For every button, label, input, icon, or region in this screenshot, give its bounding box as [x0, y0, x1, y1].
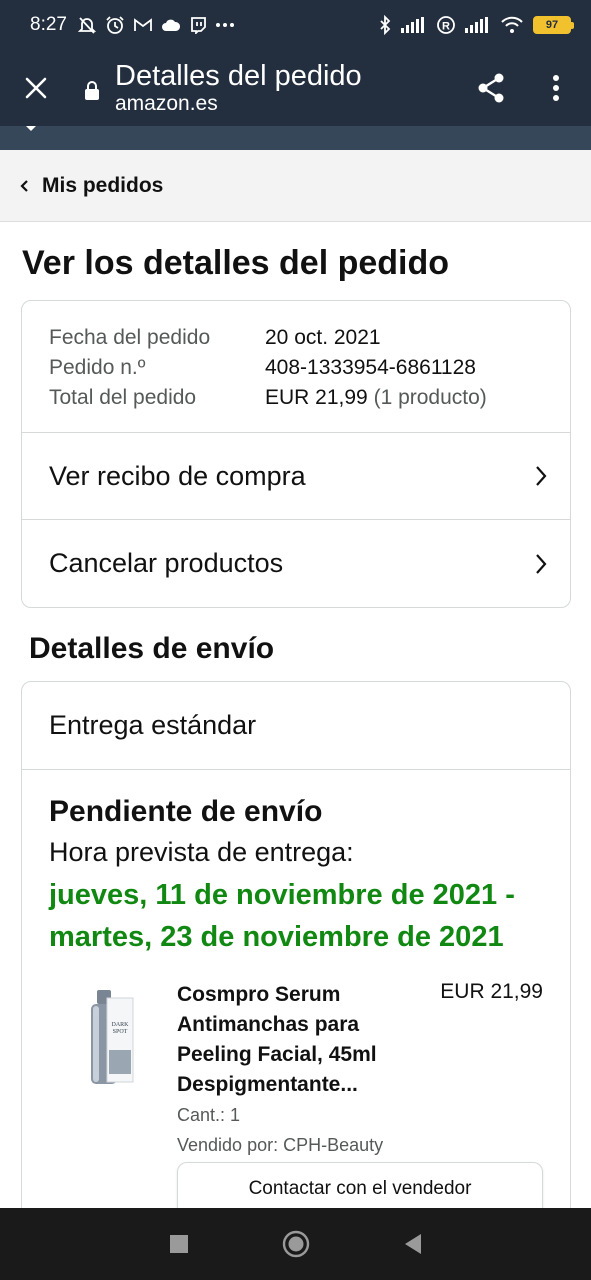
- cancel-items-link[interactable]: Cancelar productos: [22, 520, 570, 607]
- signal-icon: [465, 17, 491, 33]
- more-dots-icon: [215, 22, 235, 28]
- view-receipt-link[interactable]: Ver recibo de compra: [22, 433, 570, 520]
- back-triangle-icon: [404, 1234, 421, 1254]
- shipping-card: Entrega estándar Pendiente de envío Hora…: [21, 681, 571, 1241]
- order-number-row: Pedido n.º 408-1333954-6861128: [49, 353, 543, 383]
- cancel-items-label: Cancelar productos: [49, 548, 284, 578]
- back-button[interactable]: [383, 1214, 443, 1274]
- gmail-icon: [133, 17, 153, 33]
- browser-page-title: Detalles del pedido: [115, 60, 362, 92]
- status-time: 8:27: [30, 14, 67, 35]
- chevron-left-icon: [20, 179, 30, 193]
- registered-icon: R: [436, 15, 456, 35]
- battery-icon: 97: [533, 16, 574, 34]
- order-date-value: 20 oct. 2021: [265, 326, 381, 349]
- status-icons-right: R 97: [378, 15, 574, 35]
- order-summary-card: Fecha del pedido 20 oct. 2021 Pedido n.º…: [21, 300, 571, 608]
- system-nav-bar: [0, 1208, 591, 1280]
- lock-icon: [72, 81, 112, 101]
- eta-range: jueves, 11 de noviembre de 2021 - martes…: [49, 874, 543, 958]
- order-number-label: Pedido n.º: [49, 356, 146, 379]
- order-total-label: Total del pedido: [49, 386, 197, 409]
- more-vertical-icon: [553, 75, 559, 101]
- bluetooth-icon: [378, 15, 392, 35]
- product-quantity: Cant.: 1: [177, 1105, 241, 1125]
- product-image-text-1: DARK: [111, 1022, 129, 1028]
- share-icon: [478, 73, 504, 103]
- product-info: Cosmpro Serum Antimanchas para Peeling F…: [177, 980, 427, 1160]
- order-total-value: EUR 21,99 (1 producto): [265, 383, 487, 413]
- eta-start: jueves, 11 de noviembre de 2021 -: [49, 879, 515, 911]
- shipping-method: Entrega estándar: [22, 682, 570, 770]
- collapsed-nav-strip[interactable]: [0, 126, 591, 150]
- order-info: Fecha del pedido 20 oct. 2021 Pedido n.º…: [22, 301, 570, 433]
- order-date-row: Fecha del pedido 20 oct. 2021: [49, 323, 543, 353]
- product-name-line: Cosmpro Serum: [177, 983, 341, 1006]
- shipping-section-title: Detalles de envío: [29, 632, 275, 665]
- order-number-value: 408-1333954-6861128: [265, 356, 476, 379]
- share-button[interactable]: [461, 72, 521, 104]
- order-date-label: Fecha del pedido: [49, 326, 211, 349]
- order-item-count: (1 producto): [373, 386, 487, 409]
- circle-icon: [282, 1230, 309, 1258]
- product-name-line: Peeling Facial, 45ml: [177, 1043, 377, 1066]
- alarm-icon: [105, 15, 125, 35]
- square-icon: [169, 1235, 188, 1253]
- view-receipt-label: Ver recibo de compra: [49, 460, 306, 491]
- order-total-amount: EUR 21,99: [265, 386, 368, 409]
- twitch-icon: [189, 16, 207, 34]
- home-button[interactable]: [266, 1214, 326, 1274]
- wifi-icon: [500, 16, 524, 34]
- svg-text:R: R: [442, 21, 450, 33]
- recents-button[interactable]: [149, 1214, 209, 1274]
- product-image[interactable]: DARK SPOT: [77, 988, 137, 1088]
- product-name-line: Despigmentante...: [177, 1073, 358, 1096]
- order-total-row: Total del pedido EUR 21,99 (1 producto): [49, 383, 543, 413]
- signal-icon: [401, 17, 427, 33]
- page-title: Ver los detalles del pedido: [22, 244, 450, 282]
- shipment-status: Pendiente de envío: [49, 795, 323, 828]
- product-name-line: Antimanchas para: [177, 1013, 360, 1036]
- product-item: DARK SPOT Cosmpro Serum Antimanchas para…: [49, 980, 543, 1240]
- close-button[interactable]: [0, 50, 72, 126]
- product-price: EUR 21,99: [440, 980, 543, 1003]
- chevron-right-icon: [536, 553, 547, 574]
- product-image-text-2: SPOT: [113, 1029, 128, 1035]
- chevron-right-icon: [536, 466, 547, 486]
- page-title-block: Detalles del pedido amazon.es: [112, 60, 461, 116]
- eta-label: Hora prevista de entrega:: [49, 837, 354, 867]
- more-options-button[interactable]: [521, 74, 591, 102]
- product-name[interactable]: Cosmpro Serum Antimanchas para Peeling F…: [177, 980, 427, 1100]
- breadcrumb[interactable]: Mis pedidos: [0, 150, 591, 222]
- cloud-icon: [161, 18, 181, 32]
- close-icon: [25, 77, 47, 99]
- browser-url: amazon.es: [115, 92, 218, 115]
- shipment-details: Pendiente de envío Hora prevista de entr…: [22, 770, 570, 1240]
- eta-end: martes, 23 de noviembre de 2021: [49, 921, 504, 953]
- browser-app-bar: Detalles del pedido amazon.es: [0, 50, 591, 126]
- breadcrumb-label[interactable]: Mis pedidos: [42, 174, 163, 198]
- caret-down-icon: [26, 126, 36, 131]
- status-icons-left: [77, 15, 235, 35]
- alarm-off-icon: [77, 15, 97, 35]
- status-bar: 8:27 R 97: [0, 0, 591, 50]
- product-seller: Vendido por: CPH-Beauty: [177, 1135, 384, 1155]
